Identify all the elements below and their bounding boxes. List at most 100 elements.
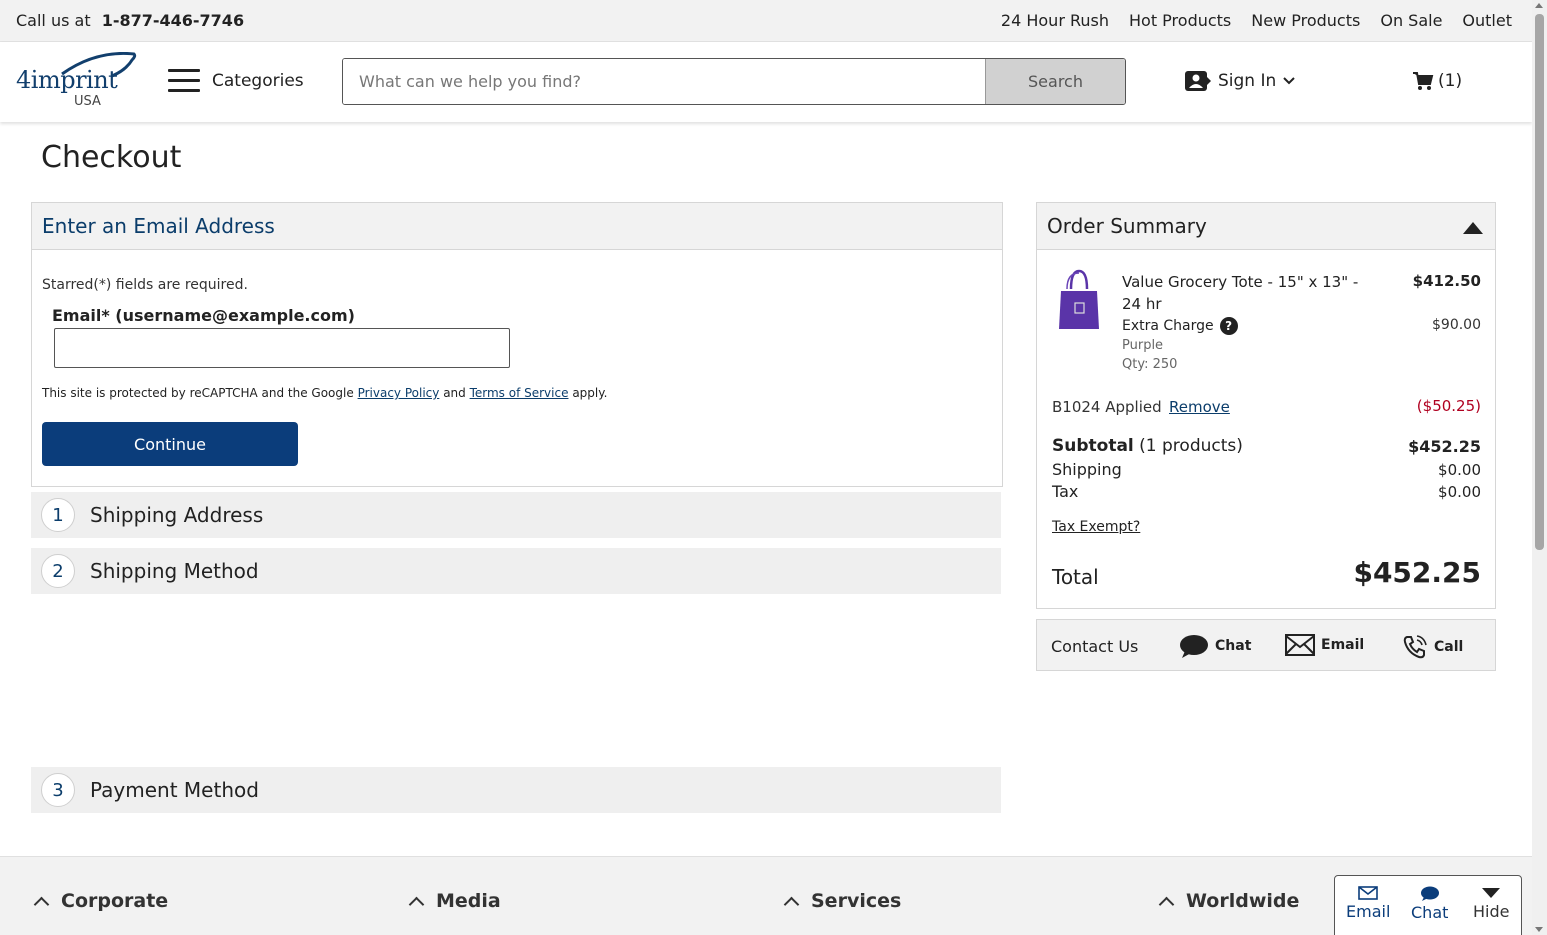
- link-24-hour-rush[interactable]: 24 Hour Rush: [1001, 11, 1109, 30]
- order-summary-header[interactable]: Order Summary: [1037, 203, 1495, 250]
- footer-section-label: Media: [436, 890, 501, 912]
- cart-icon: [1413, 72, 1434, 90]
- email-field[interactable]: [54, 328, 510, 368]
- email-panel: Enter an Email Address Starred(*) fields…: [31, 202, 1003, 487]
- step-number: 1: [41, 498, 75, 532]
- email-panel-title: Enter an Email Address: [42, 214, 275, 238]
- tax-label: Tax: [1052, 482, 1079, 501]
- chevron-up-icon: [33, 896, 50, 912]
- widget-email-label: Email: [1346, 902, 1391, 921]
- search-input[interactable]: [343, 59, 985, 104]
- categories-button[interactable]: Categories: [212, 71, 304, 91]
- chat-bubble-icon: [1180, 635, 1208, 658]
- chevron-up-icon: [783, 896, 800, 912]
- discount-amount: ($50.25): [1416, 397, 1481, 415]
- collapse-caret-icon[interactable]: [1463, 222, 1483, 234]
- widget-hide-button[interactable]: Hide: [1473, 886, 1509, 921]
- remove-promo-link[interactable]: Remove: [1169, 398, 1230, 416]
- chevron-up-icon: [408, 896, 425, 912]
- widget-chat-label: Chat: [1411, 903, 1449, 922]
- tote-bag-image: [1059, 269, 1099, 329]
- logo-wordmark: 4imprint: [16, 66, 118, 94]
- item-name: Value Grocery Tote - 15" x 13" - 24 hr: [1122, 273, 1359, 313]
- shipping-label: Shipping: [1052, 460, 1122, 479]
- scroll-up-arrow-icon[interactable]: [1535, 3, 1543, 8]
- page-scrollbar[interactable]: [1532, 0, 1547, 935]
- step-shipping-method[interactable]: 2 Shipping Method: [31, 548, 1001, 594]
- captcha-and: and: [443, 386, 466, 400]
- link-outlet[interactable]: Outlet: [1462, 11, 1512, 30]
- sign-in-label: Sign In: [1218, 71, 1277, 91]
- account-card-icon: [1185, 71, 1211, 91]
- total-label: Total: [1052, 565, 1099, 589]
- step-shipping-address[interactable]: 1 Shipping Address: [31, 492, 1001, 538]
- envelope-icon: [1358, 886, 1378, 900]
- item-qty: Qty: 250: [1122, 357, 1178, 372]
- extra-charge: Extra Charge ?: [1122, 317, 1238, 335]
- widget-hide-label: Hide: [1473, 902, 1510, 921]
- extra-charge-label: Extra Charge: [1122, 318, 1214, 334]
- footer-section-label: Worldwide: [1186, 890, 1300, 912]
- scrollbar-thumb[interactable]: [1535, 14, 1544, 550]
- step-label: Shipping Address: [90, 503, 264, 527]
- footer-section-label: Services: [811, 890, 902, 912]
- required-note: Starred(*) fields are required.: [42, 277, 248, 293]
- email-label: Email* (username@example.com): [52, 306, 355, 325]
- footer-worldwide[interactable]: Worldwide: [1158, 890, 1300, 912]
- search-button[interactable]: Search: [985, 59, 1125, 104]
- footer-services[interactable]: Services: [783, 890, 902, 912]
- shipping-value: $0.00: [1438, 461, 1481, 479]
- contact-email-button[interactable]: Email: [1285, 634, 1364, 656]
- footer-media[interactable]: Media: [408, 890, 501, 912]
- step-number: 3: [41, 773, 75, 807]
- contact-chat-button[interactable]: Chat: [1179, 634, 1251, 658]
- footer-section-label: Corporate: [61, 890, 169, 912]
- order-summary-title: Order Summary: [1047, 214, 1207, 238]
- contact-chat-label: Chat: [1215, 638, 1252, 654]
- scroll-down-arrow-icon[interactable]: [1535, 927, 1543, 932]
- chat-bubble-icon: [1420, 886, 1439, 901]
- extra-charge-price: $90.00: [1432, 317, 1481, 333]
- phone-number[interactable]: 1-877-446-7746: [102, 11, 244, 30]
- widget-chat-button[interactable]: Chat: [1411, 886, 1448, 922]
- order-summary: Order Summary Value Grocery Tote - 15" x…: [1036, 202, 1496, 609]
- continue-button[interactable]: Continue: [42, 422, 298, 466]
- help-icon[interactable]: ?: [1219, 317, 1238, 335]
- call-label: Call us at: [16, 11, 91, 30]
- help-widget: Email Chat Hide: [1334, 875, 1522, 935]
- captcha-prefix: This site is protected by reCAPTCHA and …: [42, 386, 354, 400]
- privacy-policy-link[interactable]: Privacy Policy: [358, 386, 440, 400]
- footer-corporate[interactable]: Corporate: [33, 890, 169, 912]
- step-payment-method[interactable]: 3 Payment Method: [31, 767, 1001, 813]
- envelope-icon: [1285, 634, 1315, 656]
- sign-in-menu[interactable]: Sign In: [1184, 70, 1296, 92]
- promo-applied: B1024 Applied: [1052, 398, 1162, 416]
- cart-button[interactable]: (1): [1412, 71, 1462, 91]
- step-label: Shipping Method: [90, 559, 259, 583]
- contact-email-label: Email: [1321, 637, 1365, 653]
- hamburger-menu-icon[interactable]: [168, 69, 200, 93]
- subtotal-word: Subtotal: [1052, 436, 1134, 456]
- chevron-up-icon: [1158, 896, 1175, 912]
- terms-of-service-link[interactable]: Terms of Service: [470, 386, 569, 400]
- subtotal-count: (1 products): [1139, 436, 1243, 456]
- logo[interactable]: 4imprint USA: [16, 52, 138, 110]
- contact-call-button[interactable]: Call: [1402, 634, 1463, 660]
- top-links: 24 Hour Rush Hot Products New Products O…: [1001, 11, 1512, 30]
- step-number: 2: [41, 554, 75, 588]
- contact-us-label: Contact Us: [1051, 637, 1139, 656]
- link-new-products[interactable]: New Products: [1251, 11, 1360, 30]
- step-label: Payment Method: [90, 778, 259, 802]
- captcha-suffix: apply.: [572, 386, 608, 400]
- phone-icon: [1403, 635, 1427, 659]
- widget-email-button[interactable]: Email: [1346, 886, 1390, 921]
- chevron-down-icon: [1283, 77, 1295, 85]
- recaptcha-notice: This site is protected by reCAPTCHA and …: [42, 386, 607, 400]
- link-on-sale[interactable]: On Sale: [1380, 11, 1442, 30]
- search-bar: Search: [342, 58, 1126, 105]
- top-utility-bar: Call us at 1-877-446-7746 24 Hour Rush H…: [0, 0, 1532, 42]
- tax-exempt-link[interactable]: Tax Exempt?: [1052, 519, 1140, 535]
- link-hot-products[interactable]: Hot Products: [1129, 11, 1231, 30]
- item-price: $412.50: [1412, 272, 1481, 290]
- subtotal-label: Subtotal (1 products): [1052, 436, 1243, 456]
